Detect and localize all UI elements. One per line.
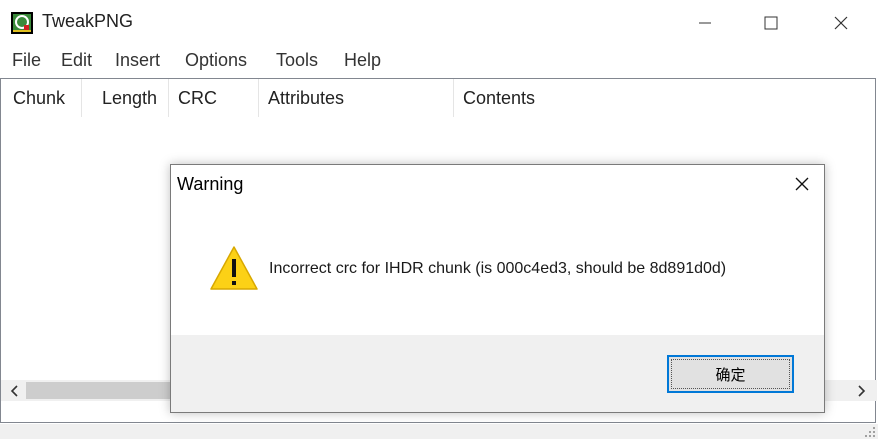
- minimize-icon: [699, 22, 711, 24]
- scroll-left-button[interactable]: [3, 380, 27, 401]
- menu-tools[interactable]: Tools: [276, 50, 318, 71]
- focus-rectangle: [671, 359, 790, 389]
- close-window-button[interactable]: [812, 0, 870, 46]
- maximize-button[interactable]: [742, 0, 800, 46]
- menu-edit[interactable]: Edit: [61, 50, 92, 71]
- menu-help[interactable]: Help: [344, 50, 381, 71]
- close-icon: [834, 16, 848, 30]
- ok-button[interactable]: 确定: [667, 355, 794, 393]
- status-bar: [0, 424, 878, 439]
- column-divider[interactable]: [81, 79, 82, 117]
- window-title: TweakPNG: [42, 11, 134, 31]
- chevron-right-icon: [858, 384, 866, 397]
- column-header-crc[interactable]: CRC: [178, 79, 217, 117]
- dialog-body: Incorrect crc for IHDR chunk (is 000c4ed…: [171, 203, 824, 335]
- column-header-length[interactable]: Length: [102, 79, 157, 117]
- column-divider[interactable]: [258, 79, 259, 117]
- dialog-message: Incorrect crc for IHDR chunk (is 000c4ed…: [269, 260, 727, 277]
- menu-insert[interactable]: Insert: [115, 50, 160, 71]
- close-icon: [795, 177, 809, 191]
- warning-dialog: Warning Incorrect crc for IHDR chunk (is…: [170, 164, 825, 413]
- dialog-title: Warning: [177, 174, 244, 194]
- maximize-icon: [764, 16, 778, 30]
- scroll-right-button[interactable]: [849, 380, 873, 401]
- scroll-thumb[interactable]: [26, 382, 176, 399]
- column-header-contents[interactable]: Contents: [463, 79, 535, 117]
- column-divider[interactable]: [453, 79, 454, 117]
- column-divider[interactable]: [168, 79, 169, 117]
- menu-file[interactable]: File: [12, 50, 41, 71]
- column-header-attributes[interactable]: Attributes: [268, 79, 344, 117]
- minimize-button[interactable]: [676, 0, 734, 46]
- chevron-left-icon: [10, 384, 18, 397]
- menu-options[interactable]: Options: [185, 50, 247, 71]
- menu-bar: File Edit Insert Options Tools Help: [0, 47, 878, 75]
- title-bar: TweakPNG: [0, 0, 878, 46]
- warning-icon: [210, 246, 258, 290]
- dialog-footer: 确定: [171, 335, 824, 412]
- column-header-chunk[interactable]: Chunk: [13, 79, 65, 117]
- dialog-close-button[interactable]: [779, 165, 825, 203]
- resize-grip-icon[interactable]: [864, 426, 876, 438]
- tweakpng-app-icon: [11, 12, 33, 34]
